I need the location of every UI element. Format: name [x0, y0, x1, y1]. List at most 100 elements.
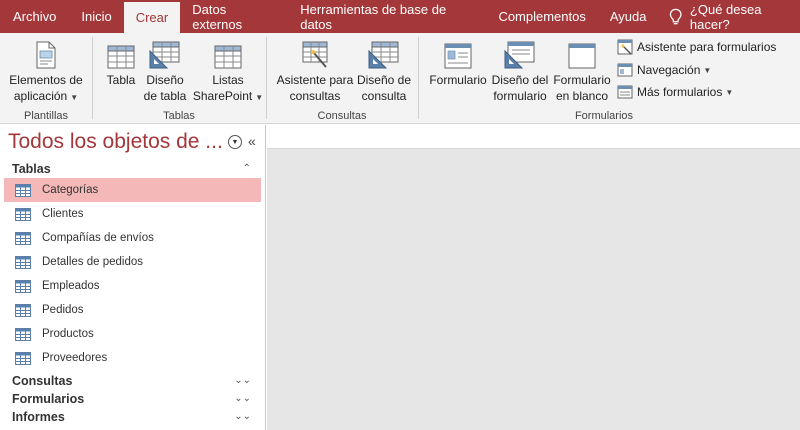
listas-sharepoint-button[interactable]: Listas SharePoint ▼: [193, 39, 263, 106]
blank-form-icon: [568, 43, 596, 69]
tab-ayuda[interactable]: Ayuda: [598, 0, 659, 33]
table-icon: [107, 45, 135, 69]
navigation-pane: Todos los objetos de ... ▼ « Tablas ⌃ Ca…: [0, 125, 266, 430]
tell-me-box[interactable]: ¿Qué desea hacer?: [669, 0, 800, 33]
formulario-blanco-label-1: Formulario: [553, 73, 611, 87]
lightbulb-icon: [669, 8, 682, 24]
diseno-formulario-button[interactable]: Diseño del formulario: [489, 39, 551, 104]
formulario-blanco-label-2: en blanco: [555, 89, 609, 103]
section-informes-label: Informes: [12, 410, 65, 424]
asistente-consultas-label-1: Asistente para: [276, 73, 354, 87]
section-informes[interactable]: Informes ⌄⌄: [0, 408, 265, 426]
chevron-double-down-icon: ⌄⌄: [234, 375, 251, 386]
section-tablas[interactable]: Tablas ⌃: [0, 160, 265, 178]
section-tablas-label: Tablas: [12, 162, 51, 176]
table-item[interactable]: Proveedores: [0, 346, 265, 370]
tab-crear[interactable]: Crear: [123, 0, 181, 33]
listas-label-2: SharePoint ▼: [192, 89, 264, 103]
diseno-tabla-label-1: Diseño: [146, 73, 184, 87]
table-item-label: Detalles de pedidos: [42, 256, 144, 268]
table-item[interactable]: Productos: [0, 322, 265, 346]
table-item[interactable]: Detalles de pedidos: [0, 250, 265, 274]
group-label-tablas: Tablas: [163, 110, 195, 122]
group-plantillas: Elementos de aplicación ▼ Plantillas: [0, 33, 92, 124]
tab-datos-externos[interactable]: Datos externos: [180, 0, 288, 33]
form-wizard-icon: [617, 39, 633, 55]
formulario-button[interactable]: Formulario: [427, 39, 489, 88]
chevron-down-icon: ▼: [70, 93, 79, 102]
table-icon: [15, 327, 31, 341]
table-item[interactable]: Categorías: [4, 178, 261, 202]
group-formularios: Formulario Diseño del formulario Formula…: [419, 33, 789, 124]
section-consultas[interactable]: Consultas ⌄⌄: [0, 372, 265, 390]
elementos-label-2: aplicación ▼: [13, 89, 79, 103]
navigation-form-icon: [617, 63, 633, 77]
table-item-label: Productos: [42, 328, 94, 340]
table-design-icon: [149, 41, 180, 69]
group-consultas: Asistente para consultas Diseño de consu…: [267, 33, 417, 124]
table-item-label: Categorías: [42, 184, 99, 196]
table-item[interactable]: Empleados: [0, 274, 265, 298]
mas-formularios-label: Más formularios: [637, 85, 723, 99]
form-icon: [444, 43, 472, 69]
table-item[interactable]: Pedidos: [0, 298, 265, 322]
query-wizard-icon: [302, 41, 328, 68]
group-tablas: Tabla Diseño de tabla Listas SharePoint …: [93, 33, 265, 124]
application-parts-icon: [36, 41, 56, 69]
diseno-formulario-label-2: formulario: [493, 89, 547, 103]
section-formularios[interactable]: Formularios ⌄⌄: [0, 390, 265, 408]
sharepoint-list-icon: [214, 45, 242, 69]
tab-inicio[interactable]: Inicio: [69, 0, 123, 33]
ribbon-tab-bar: Archivo Inicio Crear Datos externos Herr…: [0, 0, 800, 33]
more-forms-icon: [617, 85, 633, 99]
chevron-up-icon: ⌃: [242, 163, 251, 174]
elementos-aplicacion-button[interactable]: Elementos de aplicación ▼: [6, 39, 86, 106]
formulario-en-blanco-button[interactable]: Formulario en blanco: [551, 39, 613, 104]
query-design-icon: [368, 41, 399, 69]
mas-formularios-button[interactable]: Más formularios ▼: [617, 82, 733, 102]
nav-title[interactable]: Todos los objetos de ...: [8, 130, 223, 154]
nav-menu-dropdown-icon[interactable]: ▼: [228, 135, 242, 149]
table-item[interactable]: Compañías de envíos: [0, 226, 265, 250]
table-icon: [15, 255, 31, 269]
listas-label-1: Listas: [212, 73, 244, 87]
elementos-label-1: Elementos de: [9, 73, 83, 87]
tab-complementos[interactable]: Complementos: [486, 0, 597, 33]
diseno-tabla-button[interactable]: Diseño de tabla: [141, 39, 189, 104]
tab-archivo[interactable]: Archivo: [0, 0, 69, 33]
chevron-double-down-icon: ⌄⌄: [234, 411, 251, 422]
ribbon: Elementos de aplicación ▼ Plantillas Tabl…: [0, 33, 800, 124]
chevron-down-icon: ▼: [703, 65, 712, 75]
nav-header: Todos los objetos de ... ▼ «: [0, 125, 265, 160]
table-icon: [15, 279, 31, 293]
diseno-formulario-label-1: Diseño del: [491, 73, 549, 87]
table-list: Categorías Clientes Compañías de envíos Det…: [0, 178, 265, 370]
table-item[interactable]: Clientes: [0, 202, 265, 226]
asistente-consultas-button[interactable]: Asistente para consultas: [275, 39, 355, 104]
collapse-pane-icon[interactable]: «: [248, 133, 256, 149]
section-consultas-label: Consultas: [12, 374, 73, 388]
table-item-label: Proveedores: [42, 352, 108, 364]
asistente-consultas-label-2: consultas: [289, 89, 341, 103]
form-design-icon: [504, 41, 535, 69]
tabla-label: Tabla: [106, 73, 136, 87]
document-tab-strip: [267, 125, 800, 149]
workspace-area: [267, 149, 800, 430]
diseno-consulta-label-1: Diseño de: [356, 73, 412, 87]
table-item-label: Clientes: [42, 208, 84, 220]
chevron-double-down-icon: ⌄⌄: [234, 393, 251, 404]
diseno-consulta-label-2: consulta: [361, 89, 407, 103]
tab-herramientas[interactable]: Herramientas de base de datos: [288, 0, 486, 33]
diseno-tabla-label-2: de tabla: [143, 89, 187, 103]
diseno-consulta-button[interactable]: Diseño de consulta: [355, 39, 413, 104]
table-icon: [15, 351, 31, 365]
formulario-label: Formulario: [429, 73, 487, 87]
tell-me-label: ¿Qué desea hacer?: [689, 1, 762, 32]
navegacion-button[interactable]: Navegación ▼: [617, 60, 711, 80]
table-item-label: Compañías de envíos: [42, 232, 154, 244]
table-icon: [15, 231, 31, 245]
section-formularios-label: Formularios: [12, 392, 85, 406]
asistente-formularios-button[interactable]: Asistente para formularios: [617, 37, 776, 57]
tabla-button[interactable]: Tabla: [103, 39, 139, 88]
table-icon: [15, 183, 31, 197]
